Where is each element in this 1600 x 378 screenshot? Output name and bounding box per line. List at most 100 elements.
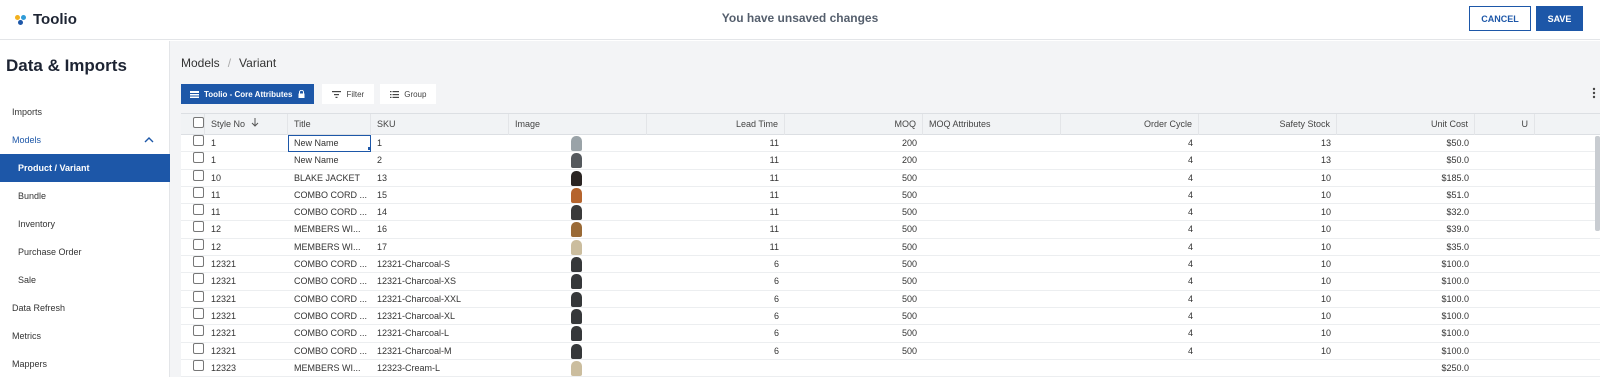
sku-cell[interactable]: 2: [371, 152, 509, 169]
safety-stock-cell[interactable]: 10: [1199, 221, 1337, 238]
unit-cost-cell[interactable]: $100.0: [1337, 308, 1475, 325]
style-no-cell[interactable]: 11: [205, 204, 288, 221]
column-header-style-no[interactable]: Style No: [205, 114, 288, 135]
unit-cost-cell[interactable]: $100.0: [1337, 343, 1475, 360]
order-cycle-cell[interactable]: 4: [1061, 291, 1199, 308]
moq-attributes-cell[interactable]: [923, 360, 1061, 377]
title-cell[interactable]: BLAKE JACKET: [288, 170, 371, 187]
lead-time-cell[interactable]: 6: [647, 273, 785, 290]
image-cell[interactable]: [509, 170, 647, 187]
row-checkbox[interactable]: [193, 221, 204, 233]
title-cell[interactable]: COMBO CORD ...: [288, 204, 371, 221]
style-no-cell[interactable]: 12321: [205, 256, 288, 273]
table-row[interactable]: 11 COMBO CORD ... 15 11 500 4 10 $51.0: [181, 186, 1600, 205]
app-logo[interactable]: Toolio: [15, 11, 77, 28]
view-selector-button[interactable]: Toolio - Core Attributes: [181, 84, 315, 104]
order-cycle-cell[interactable]: 4: [1061, 187, 1199, 204]
moq-attributes-cell[interactable]: [923, 187, 1061, 204]
row-checkbox[interactable]: [193, 186, 204, 198]
unit-cost-cell[interactable]: $39.0: [1337, 221, 1475, 238]
moq-cell[interactable]: 500: [785, 325, 923, 342]
moq-cell[interactable]: 500: [785, 187, 923, 204]
style-no-cell[interactable]: 12321: [205, 291, 288, 308]
image-cell[interactable]: [509, 152, 647, 169]
image-cell[interactable]: [509, 221, 647, 238]
row-checkbox[interactable]: [193, 135, 204, 146]
row-checkbox[interactable]: [193, 238, 204, 250]
safety-stock-cell[interactable]: 13: [1199, 135, 1337, 152]
lead-time-cell[interactable]: 6: [647, 308, 785, 325]
title-cell[interactable]: COMBO CORD ...: [288, 291, 371, 308]
sidebar-item-metrics[interactable]: Metrics: [0, 322, 170, 350]
unit-cost-cell[interactable]: $100.0: [1337, 325, 1475, 342]
unit-cost-cell[interactable]: $185.0: [1337, 170, 1475, 187]
sidebar-item-purchase-order[interactable]: Purchase Order: [0, 238, 170, 266]
style-no-cell[interactable]: 12321: [205, 343, 288, 360]
lead-time-cell[interactable]: 11: [647, 221, 785, 238]
truncated-cell[interactable]: [1475, 291, 1535, 308]
lead-time-cell[interactable]: 11: [647, 204, 785, 221]
table-row[interactable]: 12 MEMBERS WI... 16 11 500 4 10 $39.0: [181, 221, 1600, 239]
image-cell[interactable]: [509, 291, 647, 308]
truncated-cell[interactable]: [1475, 256, 1535, 273]
safety-stock-cell[interactable]: 10: [1199, 170, 1337, 187]
unit-cost-cell[interactable]: $100.0: [1337, 256, 1475, 273]
sku-cell[interactable]: 12321-Charcoal-XXL: [371, 291, 509, 308]
sidebar-item-sale[interactable]: Sale: [0, 266, 170, 294]
moq-attributes-cell[interactable]: [923, 204, 1061, 221]
sidebar-item-models[interactable]: Models: [0, 126, 170, 154]
image-cell[interactable]: [509, 325, 647, 342]
sku-cell[interactable]: 12321-Charcoal-L: [371, 325, 509, 342]
column-header-safety-stock[interactable]: Safety Stock: [1199, 114, 1337, 135]
row-checkbox[interactable]: [193, 290, 204, 302]
moq-cell[interactable]: 500: [785, 291, 923, 308]
style-no-cell[interactable]: 12: [205, 239, 288, 256]
title-cell[interactable]: New Name: [288, 152, 371, 169]
moq-attributes-cell[interactable]: [923, 135, 1061, 152]
table-row[interactable]: 12321 COMBO CORD ... 12321-Charcoal-S 6 500 4…: [181, 256, 1600, 274]
sku-cell[interactable]: 1: [371, 135, 509, 152]
order-cycle-cell[interactable]: 4: [1061, 273, 1199, 290]
title-cell[interactable]: MEMBERS WI...: [288, 239, 371, 256]
lead-time-cell[interactable]: 6: [647, 343, 785, 360]
sidebar-item-product-variant[interactable]: Product / Variant: [0, 154, 170, 182]
truncated-cell[interactable]: [1475, 152, 1535, 169]
unit-cost-cell[interactable]: $50.0: [1337, 135, 1475, 152]
moq-cell[interactable]: 500: [785, 256, 923, 273]
truncated-cell[interactable]: [1475, 343, 1535, 360]
lead-time-cell[interactable]: 6: [647, 325, 785, 342]
row-checkbox[interactable]: [193, 169, 204, 181]
image-cell[interactable]: [509, 273, 647, 290]
row-checkbox[interactable]: [193, 273, 204, 285]
sort-descending-icon[interactable]: [251, 118, 259, 127]
image-cell[interactable]: [509, 256, 647, 273]
unit-cost-cell[interactable]: $100.0: [1337, 291, 1475, 308]
sku-cell[interactable]: 15: [371, 187, 509, 204]
sidebar-item-bundle[interactable]: Bundle: [0, 182, 170, 210]
style-no-cell[interactable]: 12: [205, 221, 288, 238]
title-cell[interactable]: COMBO CORD ...: [288, 343, 371, 360]
lead-time-cell[interactable]: 11: [647, 152, 785, 169]
order-cycle-cell[interactable]: 4: [1061, 343, 1199, 360]
table-row[interactable]: 12321 COMBO CORD ... 12321-Charcoal-L 6 500 4…: [181, 325, 1600, 343]
lead-time-cell[interactable]: 6: [647, 256, 785, 273]
unit-cost-cell[interactable]: $32.0: [1337, 204, 1475, 221]
table-row[interactable]: 11 COMBO CORD ... 14 11 500 4 10 $32.0: [181, 204, 1600, 222]
lead-time-cell[interactable]: 11: [647, 187, 785, 204]
table-row[interactable]: 12321 COMBO CORD ... 12321-Charcoal-M 6 500 4…: [181, 342, 1600, 360]
column-header-lead-time[interactable]: Lead Time: [647, 114, 785, 135]
unit-cost-cell[interactable]: $51.0: [1337, 187, 1475, 204]
safety-stock-cell[interactable]: 13: [1199, 152, 1337, 169]
title-cell[interactable]: MEMBERS WI...: [288, 360, 371, 377]
order-cycle-cell[interactable]: 4: [1061, 204, 1199, 221]
table-row[interactable]: 12321 COMBO CORD ... 12321-Charcoal-XXL 6 50…: [181, 290, 1600, 308]
moq-cell[interactable]: 200: [785, 135, 923, 152]
column-header-moq[interactable]: MOQ: [785, 114, 923, 135]
breadcrumb-models[interactable]: Models: [181, 56, 220, 70]
row-checkbox[interactable]: [193, 307, 204, 319]
safety-stock-cell[interactable]: 10: [1199, 273, 1337, 290]
title-cell[interactable]: COMBO CORD ...: [288, 187, 371, 204]
table-row[interactable]: 12323 MEMBERS WI... 12323-Cream-L $250.0: [181, 359, 1600, 377]
sidebar-item-data-refresh[interactable]: Data Refresh: [0, 294, 170, 322]
moq-cell[interactable]: 500: [785, 204, 923, 221]
